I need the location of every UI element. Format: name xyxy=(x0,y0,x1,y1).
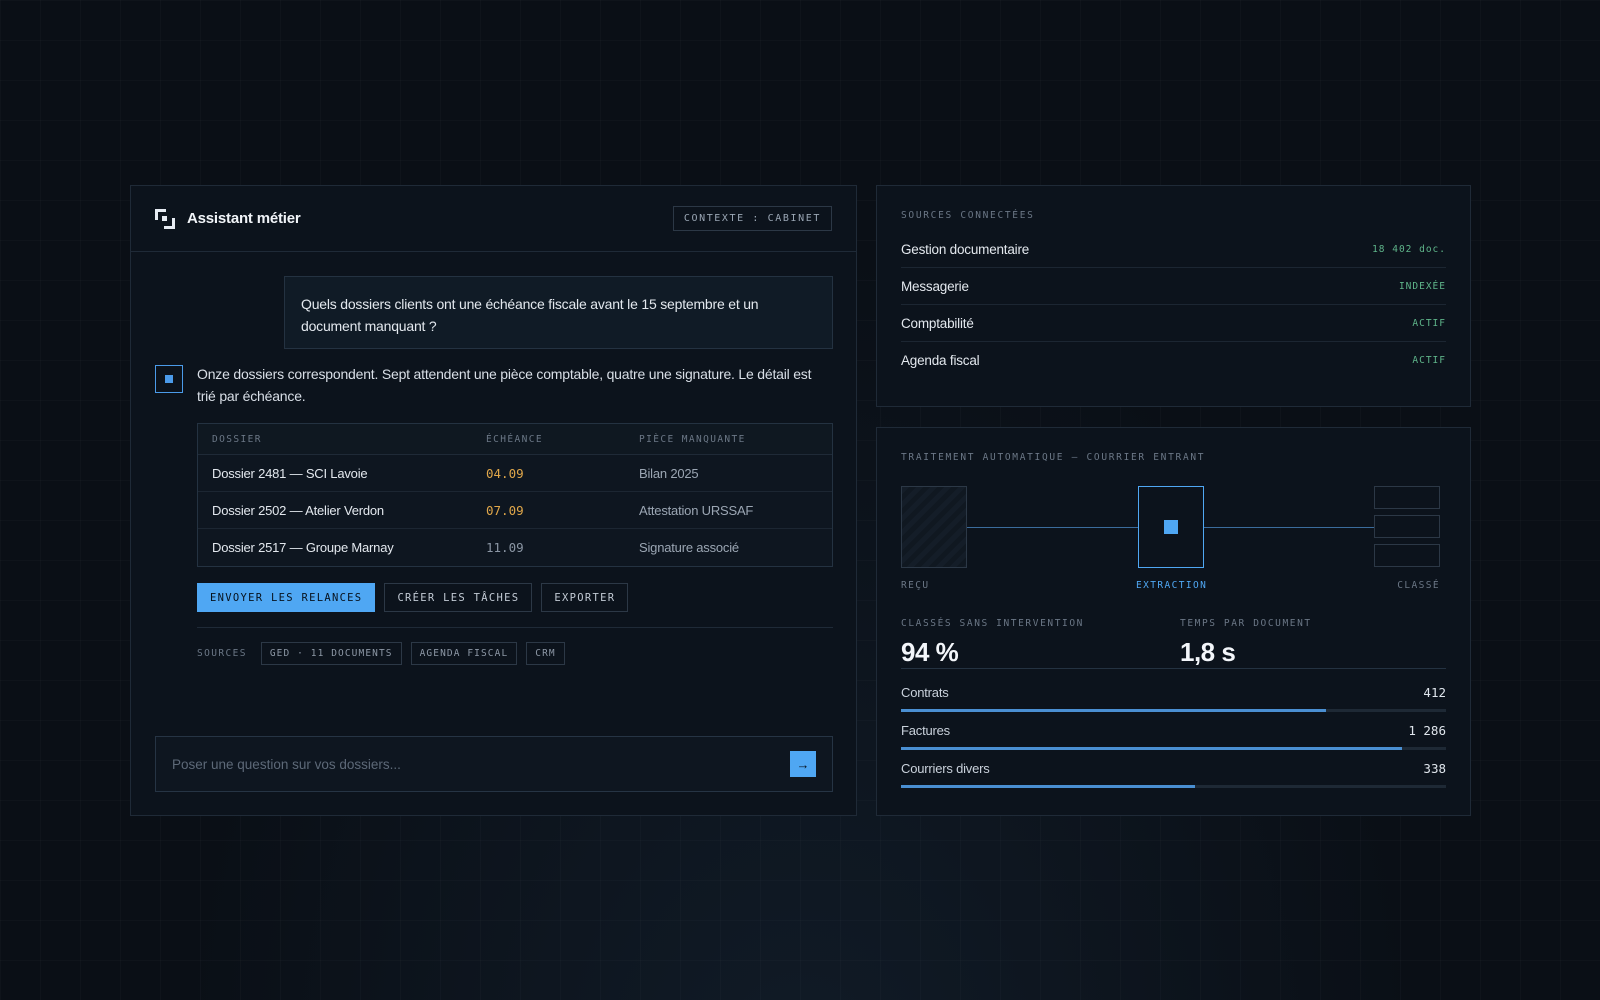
metric-time-per-doc: TEMPS PAR DOCUMENT 1,8 s xyxy=(1180,618,1312,668)
category-bar-track xyxy=(901,709,1446,712)
stage-recu-box xyxy=(901,486,967,568)
cell-dossier: Dossier 2502 — Atelier Verdon xyxy=(212,502,384,518)
action-buttons: ENVOYER LES RELANCES CRÉER LES TÂCHES EX… xyxy=(197,583,629,612)
source-status: ACTIF xyxy=(1412,355,1446,366)
source-status: 18 402 doc. xyxy=(1372,243,1446,255)
cell-dossier: Dossier 2481 — SCI Lavoie xyxy=(212,465,368,481)
stage-active-icon xyxy=(1164,520,1178,534)
source-row-documents[interactable]: Gestion documentaire 18 402 doc. xyxy=(901,231,1446,268)
source-name: Gestion documentaire xyxy=(901,241,1030,257)
source-status: ACTIF xyxy=(1412,317,1446,329)
stage-extraction-box xyxy=(1138,486,1204,568)
metric-label: TEMPS PAR DOCUMENT xyxy=(1180,618,1312,629)
source-row-messagerie[interactable]: Messagerie INDEXÉE xyxy=(901,268,1446,305)
category-row-courriers: Courriers divers 338 xyxy=(901,761,1446,788)
column-header-echeance: ÉCHÉANCE xyxy=(486,433,543,445)
question-composer: → xyxy=(155,736,833,792)
category-bar-track xyxy=(901,785,1446,788)
cell-echeance: 04.09 xyxy=(486,465,524,481)
stage-classe-box xyxy=(1374,515,1440,538)
category-name: Courriers divers xyxy=(901,761,990,776)
category-row-factures: Factures 1 286 xyxy=(901,723,1446,750)
flow-connector xyxy=(1204,527,1374,528)
category-count: 338 xyxy=(1423,761,1446,776)
stage-label-extraction: EXTRACTION xyxy=(1136,580,1208,591)
category-bar-track xyxy=(901,747,1446,750)
column-header-piece: PIÈCE MANQUANTE xyxy=(639,433,746,445)
send-arrow-icon[interactable]: → xyxy=(790,751,816,777)
connected-sources-panel: SOURCES CONNECTÉES Gestion documentaire … xyxy=(876,185,1471,407)
table-row[interactable]: Dossier 2517 — Groupe Marnay 11.09 Signa… xyxy=(198,529,832,566)
stage-label-classe: CLASSÉ xyxy=(1397,580,1440,591)
source-row-agenda[interactable]: Agenda fiscal ACTIF xyxy=(901,342,1446,379)
source-chip-agenda[interactable]: AGENDA FISCAL xyxy=(410,642,518,665)
assistant-message: Onze dossiers correspondent. Sept attend… xyxy=(197,366,812,404)
table-header: DOSSIER ÉCHÉANCE PIÈCE MANQUANTE xyxy=(198,424,832,455)
cell-echeance: 07.09 xyxy=(486,502,524,518)
metrics-divider xyxy=(901,668,1446,669)
category-count: 412 xyxy=(1423,685,1446,700)
cell-piece: Bilan 2025 xyxy=(639,465,699,481)
context-badge[interactable]: CONTEXTE : CABINET xyxy=(672,206,832,231)
cell-dossier: Dossier 2517 — Groupe Marnay xyxy=(212,540,394,555)
metric-auto-classified: CLASSÉS SANS INTERVENTION 94 % xyxy=(901,618,1084,668)
cell-piece: Signature associé xyxy=(639,540,739,555)
pipeline-panel: TRAITEMENT AUTOMATIQUE — COURRIER ENTRAN… xyxy=(876,427,1471,816)
category-bar-fill xyxy=(901,747,1403,750)
category-row-contrats: Contrats 412 xyxy=(901,685,1446,712)
source-chip-crm[interactable]: CRM xyxy=(526,642,565,665)
create-tasks-button[interactable]: CRÉER LES TÂCHES xyxy=(384,583,533,612)
category-bar-fill xyxy=(901,709,1327,712)
category-name: Factures xyxy=(901,723,950,738)
results-table: DOSSIER ÉCHÉANCE PIÈCE MANQUANTE Dossier… xyxy=(197,423,833,567)
column-header-dossier: DOSSIER xyxy=(212,433,262,445)
category-count: 1 286 xyxy=(1408,723,1446,738)
user-message: Quels dossiers clients ont une échéance … xyxy=(284,276,833,349)
category-bar-fill xyxy=(901,785,1196,788)
flow-connector xyxy=(967,527,1138,528)
stage-label-recu: REÇU xyxy=(901,580,930,591)
send-reminders-button[interactable]: ENVOYER LES RELANCES xyxy=(197,583,376,612)
source-name: Agenda fiscal xyxy=(901,353,980,368)
assistant-avatar-icon xyxy=(155,365,183,393)
table-row[interactable]: Dossier 2502 — Atelier Verdon 07.09 Atte… xyxy=(198,492,832,529)
source-row-comptabilite[interactable]: Comptabilité ACTIF xyxy=(901,305,1446,342)
table-row[interactable]: Dossier 2481 — SCI Lavoie 04.09 Bilan 20… xyxy=(198,455,832,492)
metric-label: CLASSÉS SANS INTERVENTION xyxy=(901,618,1084,629)
category-name: Contrats xyxy=(901,685,949,700)
assistant-header: Assistant métier CONTEXTE : CABINET xyxy=(131,186,856,252)
source-status: INDEXÉE xyxy=(1398,280,1446,292)
source-chip-ged[interactable]: GED · 11 DOCUMENTS xyxy=(260,642,402,665)
cell-piece: Attestation URSSAF xyxy=(639,502,754,518)
assistant-panel: Assistant métier CONTEXTE : CABINET Quel… xyxy=(130,185,857,816)
sources-label: SOURCES xyxy=(197,648,247,659)
source-name: Messagerie xyxy=(901,278,969,294)
export-button[interactable]: EXPORTER xyxy=(541,583,629,612)
connected-sources-title: SOURCES CONNECTÉES xyxy=(901,210,1035,221)
answer-sources: SOURCES GED · 11 DOCUMENTS AGENDA FISCAL… xyxy=(197,642,565,665)
assistant-title-group: Assistant métier xyxy=(155,208,301,229)
source-name: Comptabilité xyxy=(901,315,974,331)
pipeline-title: TRAITEMENT AUTOMATIQUE — COURRIER ENTRAN… xyxy=(901,452,1206,463)
metric-value: 1,8 s xyxy=(1180,637,1236,667)
assistant-title: Assistant métier xyxy=(187,210,301,227)
question-input[interactable] xyxy=(172,756,790,772)
sources-divider xyxy=(197,627,833,628)
metric-value: 94 % xyxy=(901,637,959,667)
assistant-logo-icon xyxy=(155,208,175,229)
stage-classe-box xyxy=(1374,544,1440,567)
cell-echeance: 11.09 xyxy=(486,540,524,555)
stage-classe-box xyxy=(1374,486,1440,509)
